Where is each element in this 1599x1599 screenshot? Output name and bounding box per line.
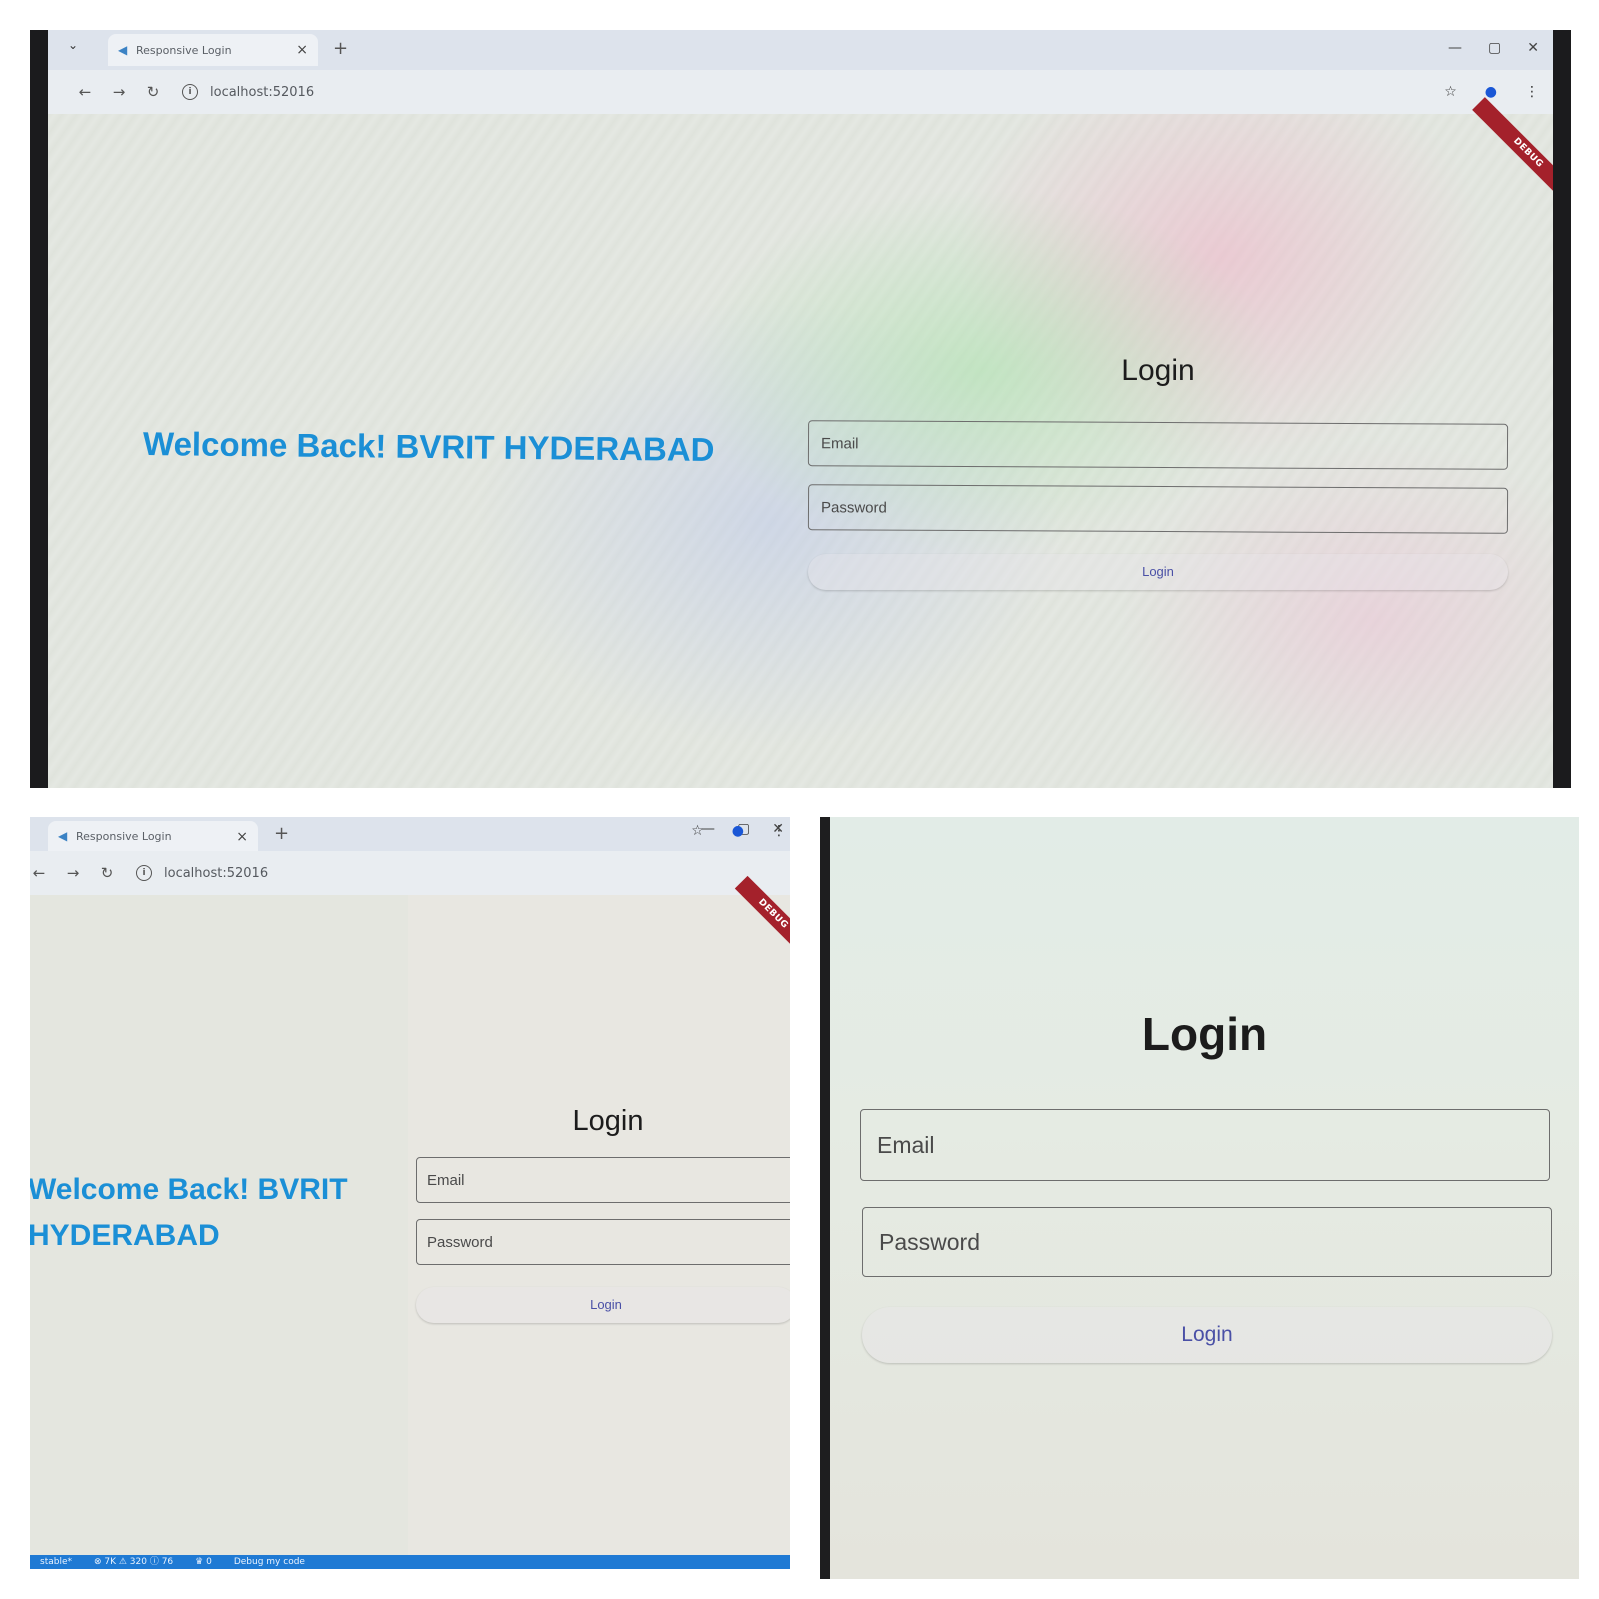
welcome-heading-line-1: Welcome Back! BVRIT (30, 1173, 348, 1206)
url-text: localhost:52016 (164, 865, 269, 881)
login-title: Login (1141, 1008, 1268, 1060)
email-field[interactable]: Email (860, 1109, 1550, 1181)
tab-title: Responsive Login (76, 829, 172, 843)
window-controls: — ▢ ✕ (1448, 40, 1539, 56)
back-icon[interactable]: ← (30, 864, 56, 882)
tab-list-icon[interactable]: ⌄ (68, 38, 86, 56)
address-bar: ← → ↻ i localhost:52016 ☆ ● ⋮ (30, 823, 790, 895)
app-screen: Login Email Password Login (830, 817, 1579, 1579)
toolbar-icons: ☆ ● ⋮ (691, 823, 786, 839)
login-pane: Login Email Password Login (807, 114, 1509, 788)
forward-icon[interactable]: → (102, 83, 136, 101)
email-field[interactable]: Email (416, 1157, 790, 1203)
flutter-icon: ◀ (118, 43, 128, 57)
vscode-status-bar: stable* ⊗ 7K ⚠ 320 ⓘ 76 ♛ 0 Debug my cod… (30, 1555, 790, 1569)
password-placeholder: Password (879, 1228, 980, 1255)
forward-icon[interactable]: → (56, 864, 90, 882)
email-placeholder: Email (427, 1171, 465, 1189)
tab-close-icon[interactable]: × (296, 42, 308, 58)
login-title: Login (572, 1105, 644, 1137)
status-debug[interactable]: Debug my code (234, 1555, 305, 1569)
welcome-heading-line-2: HYDERABAD (30, 1219, 220, 1252)
back-icon[interactable]: ← (68, 83, 102, 101)
bookmark-star-icon[interactable]: ☆ (691, 823, 704, 839)
email-field[interactable]: Email (807, 420, 1509, 470)
login-button[interactable]: Login (808, 554, 1508, 590)
menu-icon[interactable]: ⋮ (1525, 84, 1539, 100)
menu-icon[interactable]: ⋮ (772, 823, 786, 839)
password-field[interactable]: Password (807, 484, 1509, 534)
url-field[interactable]: i localhost:52016 (182, 84, 314, 100)
close-icon[interactable]: ✕ (1527, 40, 1539, 56)
tab-bar: ◀ Responsive Login × + — ▢ ✕ (30, 817, 790, 851)
welcome-heading: Welcome Back! BVRIT HYDERABAD (142, 425, 715, 468)
status-problems[interactable]: ⊗ 7K ⚠ 320 ⓘ 76 (94, 1555, 173, 1569)
login-button[interactable]: Login (416, 1287, 790, 1323)
password-placeholder: Password (427, 1233, 493, 1251)
info-icon[interactable]: i (136, 865, 152, 881)
info-icon[interactable]: i (182, 84, 198, 100)
status-branch[interactable]: stable* (40, 1555, 72, 1569)
email-placeholder: Email (820, 434, 859, 452)
tab-title: Responsive Login (136, 43, 232, 57)
maximize-icon[interactable]: ▢ (1488, 40, 1501, 56)
flutter-icon: ◀ (58, 829, 68, 843)
tab-close-icon[interactable]: × (236, 829, 248, 845)
tab-bar: ⌄ ◀ Responsive Login × + — ▢ ✕ (48, 30, 1553, 70)
new-tab-button[interactable]: + (333, 38, 348, 59)
browser-screen: ⌄ ◀ Responsive Login × + — ▢ ✕ ← → ↻ i l… (48, 30, 1553, 788)
reload-icon[interactable]: ↻ (90, 864, 124, 882)
welcome-pane: Welcome Back! BVRIT HYDERABAD (48, 114, 808, 788)
profile-icon[interactable]: ● (1485, 84, 1497, 100)
new-tab-button[interactable]: + (274, 823, 289, 844)
url-text: localhost:52016 (210, 84, 315, 100)
password-placeholder: Password (820, 498, 887, 517)
browser-chrome: ◀ Responsive Login × + — ▢ ✕ ← → ↻ i loc… (30, 817, 790, 895)
photo-wide-desktop: ⌄ ◀ Responsive Login × + — ▢ ✕ ← → ↻ i l… (30, 30, 1571, 788)
login-pane: DEBUG Login Email Password Login (408, 875, 790, 1555)
reload-icon[interactable]: ↻ (136, 83, 170, 101)
password-field[interactable]: Password (416, 1219, 790, 1265)
profile-icon[interactable]: ● (732, 823, 744, 839)
login-button[interactable]: Login (862, 1307, 1552, 1363)
photo-medium-desktop: ◀ Responsive Login × + — ▢ ✕ ← → ↻ i loc… (30, 817, 790, 1569)
minimize-icon[interactable]: — (1448, 40, 1462, 56)
url-field[interactable]: i localhost:52016 (136, 865, 268, 881)
address-bar: ← → ↻ i localhost:52016 ☆ ● ⋮ (48, 70, 1553, 114)
email-placeholder: Email (877, 1131, 935, 1158)
password-field[interactable]: Password (862, 1207, 1552, 1277)
browser-chrome: ⌄ ◀ Responsive Login × + — ▢ ✕ ← → ↻ i l… (48, 30, 1553, 114)
monitor-bezel (820, 817, 830, 1579)
browser-tab[interactable]: ◀ Responsive Login × (108, 34, 318, 66)
status-ports[interactable]: ♛ 0 (195, 1555, 212, 1569)
browser-tab[interactable]: ◀ Responsive Login × (48, 821, 258, 851)
photo-mobile-view: Login Email Password Login (820, 817, 1579, 1579)
login-title: Login (1121, 354, 1195, 387)
toolbar-icons: ☆ ● ⋮ (1444, 84, 1539, 100)
welcome-pane: Welcome Back! BVRIT HYDERABAD (30, 895, 408, 1555)
bookmark-star-icon[interactable]: ☆ (1444, 84, 1457, 100)
